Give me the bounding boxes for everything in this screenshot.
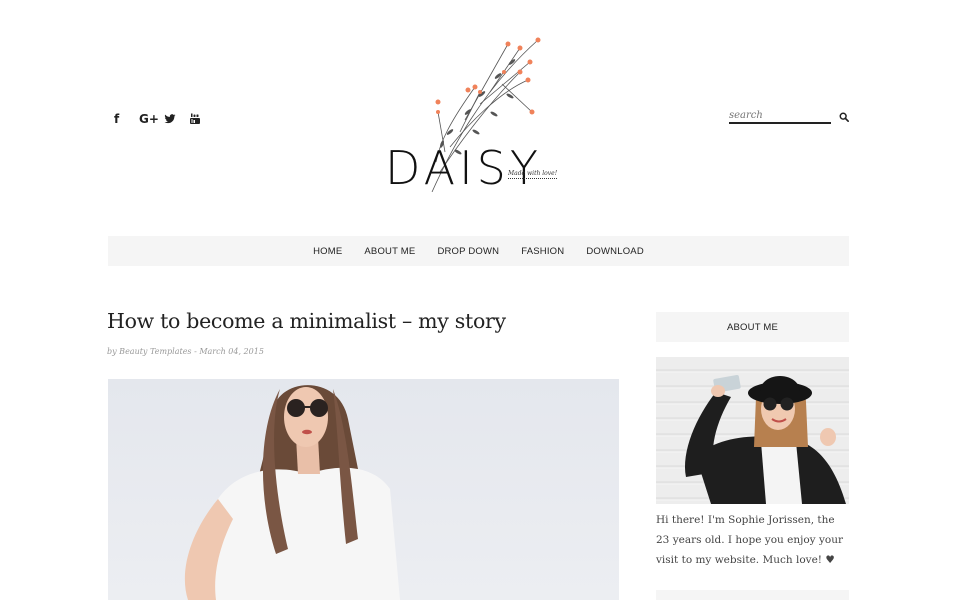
nav-item-fashion[interactable]: FASHION: [521, 246, 564, 257]
next-widget-header: [656, 590, 849, 600]
youtube-icon[interactable]: [189, 110, 214, 128]
search-input[interactable]: [729, 110, 831, 124]
woman-photo-illustration: [184, 385, 400, 600]
logo-text: DAISY: [385, 141, 542, 195]
nav-item-download[interactable]: DOWNLOAD: [586, 246, 644, 257]
post-meta: by Beauty Templates - March 04, 2015: [107, 347, 264, 356]
facebook-glyph: f: [114, 112, 120, 126]
post-featured-image[interactable]: [108, 379, 619, 600]
about-me-photo: [656, 357, 849, 504]
search-button[interactable]: [837, 110, 851, 124]
logo-tagline: Made with love!: [508, 170, 558, 179]
social-links: f G+: [114, 110, 214, 128]
post-title[interactable]: How to become a minimalist – my story: [107, 309, 506, 333]
search-icon: [839, 112, 849, 122]
site-logo[interactable]: DAISY Made with love!: [380, 32, 580, 197]
woman-selfie-illustration: [685, 374, 846, 504]
google-plus-glyph: G+: [139, 112, 159, 126]
google-plus-icon[interactable]: G+: [139, 110, 164, 128]
nav-item-about-me[interactable]: ABOUT ME: [364, 246, 415, 257]
about-me-text: Hi there! I'm Sophie Jorissen, the 23 ye…: [656, 514, 843, 566]
facebook-icon[interactable]: f: [114, 110, 139, 128]
nav-item-drop-down[interactable]: DROP DOWN: [437, 246, 499, 257]
main-nav: HOME ABOUT ME DROP DOWN FASHION DOWNLOAD: [108, 236, 849, 266]
twitter-icon[interactable]: [164, 110, 189, 128]
about-me-widget-title: ABOUT ME: [656, 312, 849, 342]
search-bar: [729, 110, 851, 124]
nav-item-home[interactable]: HOME: [313, 246, 342, 257]
